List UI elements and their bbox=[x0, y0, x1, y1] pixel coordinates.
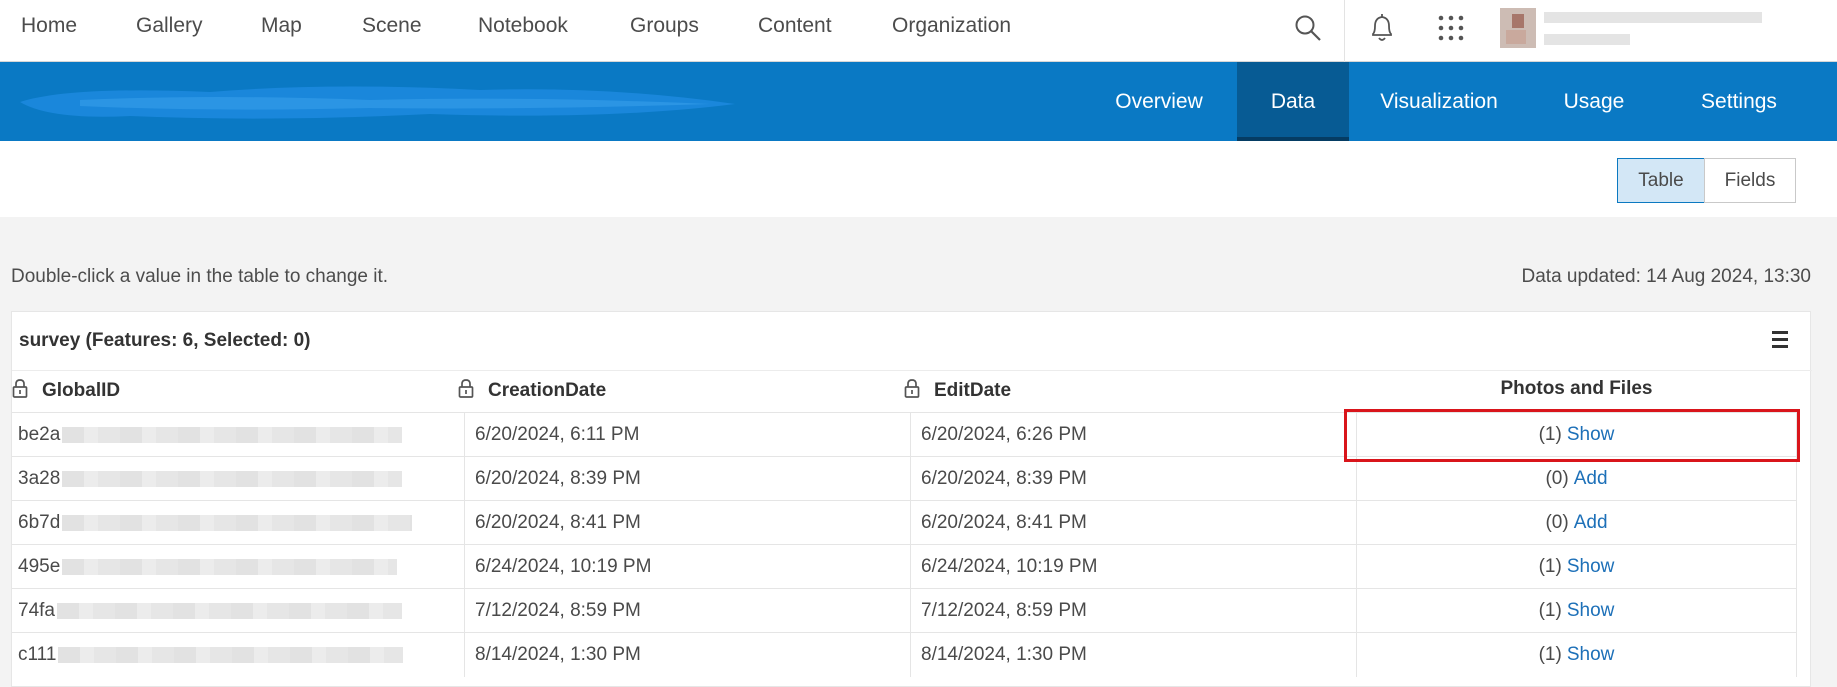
column-header-creationdate[interactable]: CreationDate bbox=[458, 378, 606, 404]
cell-globalid[interactable]: 74fa bbox=[18, 589, 466, 633]
data-toolbar: Table Fields bbox=[0, 141, 1837, 217]
cell-attachments: (1) Show bbox=[1356, 545, 1797, 589]
nav-gallery[interactable]: Gallery bbox=[136, 14, 203, 38]
cell-creationdate[interactable]: 6/24/2024, 10:19 PM bbox=[464, 545, 910, 589]
column-header-globalid[interactable]: GlobalID bbox=[12, 378, 120, 404]
show-attachments-link[interactable]: Show bbox=[1567, 556, 1615, 578]
apps-grid-icon[interactable] bbox=[1433, 10, 1469, 46]
avatar bbox=[1500, 8, 1536, 48]
user-org-redacted bbox=[1544, 34, 1630, 45]
cell-editdate[interactable]: 6/20/2024, 8:39 PM bbox=[910, 457, 1356, 501]
cell-creationdate[interactable]: 8/14/2024, 1:30 PM bbox=[464, 633, 910, 677]
cell-attachments: (1) Show bbox=[1356, 589, 1797, 633]
cell-creationdate[interactable]: 6/20/2024, 6:11 PM bbox=[464, 413, 910, 457]
fields-view-button[interactable]: Fields bbox=[1704, 158, 1796, 203]
user-menu[interactable] bbox=[1500, 8, 1762, 50]
column-label: Photos and Files bbox=[1500, 378, 1653, 399]
cell-globalid[interactable]: c111 bbox=[18, 633, 466, 677]
tab-overview[interactable]: Overview bbox=[1092, 62, 1226, 141]
table-title: survey (Features: 6, Selected: 0) bbox=[19, 330, 311, 351]
add-attachment-link[interactable]: Add bbox=[1574, 468, 1608, 490]
tab-settings[interactable]: Settings bbox=[1684, 62, 1794, 141]
cell-globalid[interactable]: 495e bbox=[18, 545, 466, 589]
show-attachments-link[interactable]: Show bbox=[1567, 644, 1615, 666]
table-row[interactable]: 3a28 6/20/2024, 8:39 PM 6/20/2024, 8:39 … bbox=[12, 456, 1797, 501]
nav-map[interactable]: Map bbox=[261, 14, 302, 38]
cell-editdate[interactable]: 6/20/2024, 6:26 PM bbox=[910, 413, 1356, 457]
cell-creationdate[interactable]: 6/20/2024, 8:41 PM bbox=[464, 501, 910, 545]
nav-scene[interactable]: Scene bbox=[362, 14, 422, 38]
user-name-redacted bbox=[1544, 12, 1762, 23]
cell-editdate[interactable]: 6/24/2024, 10:19 PM bbox=[910, 545, 1356, 589]
table-view-button[interactable]: Table bbox=[1617, 158, 1705, 203]
cell-globalid[interactable]: 6b7d bbox=[18, 501, 466, 545]
top-nav: Home Gallery Map Scene Notebook Groups C… bbox=[0, 0, 1837, 62]
nav-groups[interactable]: Groups bbox=[630, 14, 699, 38]
nav-notebook[interactable]: Notebook bbox=[478, 14, 568, 38]
attachment-count: (0) bbox=[1545, 512, 1569, 533]
cell-creationdate[interactable]: 7/12/2024, 8:59 PM bbox=[464, 589, 910, 633]
tab-usage[interactable]: Usage bbox=[1548, 62, 1640, 141]
column-header-editdate[interactable]: EditDate bbox=[904, 378, 1011, 404]
data-updated: Data updated: 14 Aug 2024, 13:30 bbox=[1521, 266, 1811, 287]
title-divider bbox=[12, 370, 1812, 371]
attachment-count: (1) bbox=[1538, 556, 1562, 577]
nav-divider bbox=[1344, 0, 1345, 62]
highlight-box bbox=[1344, 409, 1800, 462]
nav-home[interactable]: Home bbox=[21, 14, 77, 38]
search-icon[interactable] bbox=[1290, 10, 1326, 46]
lock-icon bbox=[458, 378, 474, 404]
table-row[interactable]: 74fa 7/12/2024, 8:59 PM 7/12/2024, 8:59 … bbox=[12, 588, 1797, 633]
add-attachment-link[interactable]: Add bbox=[1574, 512, 1608, 534]
cell-globalid[interactable]: be2a bbox=[18, 413, 466, 457]
cell-editdate[interactable]: 6/20/2024, 8:41 PM bbox=[910, 501, 1356, 545]
cell-attachments: (0) Add bbox=[1356, 501, 1797, 545]
cell-creationdate[interactable]: 6/20/2024, 8:39 PM bbox=[464, 457, 910, 501]
attachment-count: (1) bbox=[1538, 600, 1562, 621]
column-label: GlobalID bbox=[42, 380, 121, 401]
attachment-count: (1) bbox=[1538, 644, 1562, 665]
column-header-photos-files[interactable]: Photos and Files bbox=[1356, 378, 1797, 400]
table-row[interactable]: c111 8/14/2024, 1:30 PM 8/14/2024, 1:30 … bbox=[12, 632, 1797, 677]
table-row[interactable]: 6b7d 6/20/2024, 8:41 PM 6/20/2024, 8:41 … bbox=[12, 500, 1797, 545]
column-label: CreationDate bbox=[488, 380, 607, 401]
table-row[interactable]: 495e 6/24/2024, 10:19 PM 6/24/2024, 10:1… bbox=[12, 544, 1797, 589]
nav-organization[interactable]: Organization bbox=[892, 14, 1011, 38]
edit-hint: Double-click a value in the table to cha… bbox=[11, 266, 389, 287]
item-title-redacted bbox=[20, 86, 735, 119]
cell-editdate[interactable]: 8/14/2024, 1:30 PM bbox=[910, 633, 1356, 677]
tab-data[interactable]: Data bbox=[1237, 62, 1349, 141]
tab-visualization[interactable]: Visualization bbox=[1364, 62, 1514, 141]
cell-editdate[interactable]: 7/12/2024, 8:59 PM bbox=[910, 589, 1356, 633]
cell-globalid[interactable]: 3a28 bbox=[18, 457, 466, 501]
attachment-count: (0) bbox=[1545, 468, 1569, 489]
column-label: EditDate bbox=[934, 380, 1012, 401]
lock-icon bbox=[12, 378, 28, 404]
bell-icon[interactable] bbox=[1364, 10, 1400, 46]
table-menu-icon[interactable] bbox=[1770, 329, 1790, 351]
data-table-card: survey (Features: 6, Selected: 0) Global… bbox=[11, 311, 1812, 687]
lock-icon bbox=[904, 378, 920, 404]
nav-content[interactable]: Content bbox=[758, 14, 832, 38]
item-header: Overview Data Visualization Usage Settin… bbox=[0, 62, 1837, 141]
cell-attachments: (0) Add bbox=[1356, 457, 1797, 501]
show-attachments-link[interactable]: Show bbox=[1567, 600, 1615, 622]
cell-attachments: (1) Show bbox=[1356, 633, 1797, 677]
